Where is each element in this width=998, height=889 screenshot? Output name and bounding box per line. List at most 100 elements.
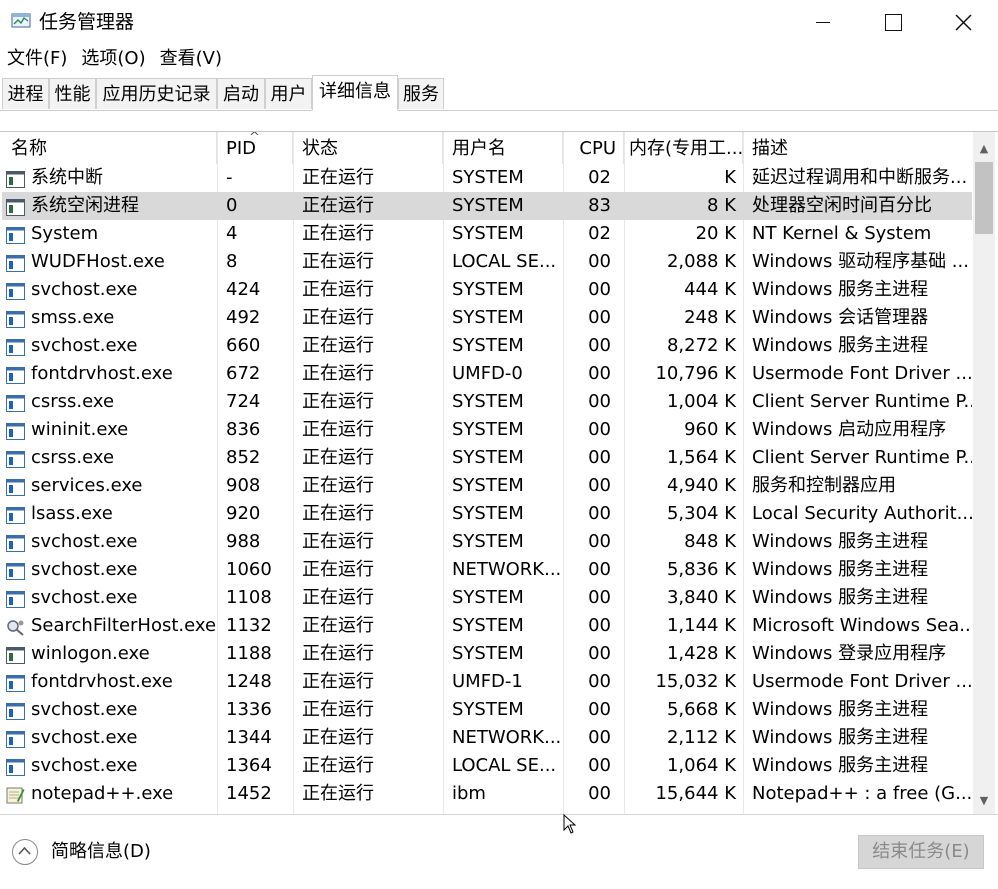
scroll-down-icon[interactable]: ▼ [973,792,995,810]
process-cpu: 00 [588,335,611,356]
column-header-username[interactable]: 用户名 [443,132,563,164]
table-row[interactable]: svchost.exe 660 正在运行 SYSTEM 00 8,272 K Windows… [2,332,972,360]
column-header-memory[interactable]: 内存(专用工... [624,132,743,164]
menu-file[interactable]: 文件(F) [0,44,74,74]
column-header-status[interactable]: 状态 [293,132,443,164]
tab-processes[interactable]: 进程 [2,78,49,109]
process-cpu: 02 [588,223,611,244]
details-table: 名称 PID ^ 状态 用户名 CPU 内存(专用工... 描述 系统中断 - 正在… [2,132,972,814]
table-row[interactable]: smss.exe 492 正在运行 SYSTEM 00 248 K Windows 会话管理… [2,304,972,332]
process-user: SYSTEM [452,587,524,608]
minimize-button[interactable] [788,0,858,44]
process-user: SYSTEM [452,307,524,328]
tab-startup[interactable]: 启动 [217,78,265,109]
maximize-button[interactable] [858,0,928,44]
table-row[interactable]: WUDFHost.exe 8 正在运行 LOCAL SE... 00 2,088 K Win… [2,248,972,276]
table-row[interactable]: svchost.exe 1108 正在运行 SYSTEM 00 3,840 K Window… [2,584,972,612]
process-name: wininit.exe [31,419,129,440]
process-status: 正在运行 [302,503,374,524]
tab-details[interactable]: 详细信息 [312,75,398,111]
vertical-scrollbar[interactable]: ▲ ▼ [973,132,995,814]
process-memory: 8 K [707,195,736,216]
close-button[interactable] [928,0,998,44]
process-memory: 1,064 K [666,755,736,776]
process-status: 正在运行 [302,307,374,328]
column-header-name[interactable]: 名称 [2,132,217,164]
process-memory: 1,428 K [666,643,736,664]
process-pid: 1452 [226,783,272,804]
process-user: LOCAL SE... [452,755,557,776]
process-description: Client Server Runtime P... [752,391,972,412]
table-row[interactable]: csrss.exe 724 正在运行 SYSTEM 00 1,004 K Client Se… [2,388,972,416]
process-cpu: 00 [588,643,611,664]
process-user: LOCAL SE... [452,251,557,272]
process-pid: 4 [226,223,238,244]
table-row[interactable]: svchost.exe 1364 正在运行 LOCAL SE... 00 1,064 K W… [2,752,972,780]
process-memory: 5,304 K [666,503,736,524]
table-row[interactable]: SearchFilterHost.exe 1132 正在运行 SYSTEM 00 1,14… [2,612,972,640]
process-cpu: 00 [588,587,611,608]
process-status: 正在运行 [302,223,374,244]
menu-options[interactable]: 选项(O) [74,44,152,74]
tab-app-history[interactable]: 应用历史记录 [96,78,217,109]
process-pid: 492 [226,307,261,328]
process-user: SYSTEM [452,615,524,636]
process-name: svchost.exe [31,335,138,356]
tab-services[interactable]: 服务 [398,78,444,109]
table-row[interactable]: 系统中断 - 正在运行 SYSTEM 02 K 延迟过程调用和中断服务... [2,164,972,192]
table-row[interactable]: fontdrvhost.exe 1248 正在运行 UMFD-1 00 15,032 K U… [2,668,972,696]
table-row[interactable]: svchost.exe 1344 正在运行 NETWORK... 00 2,112 K Wi… [2,724,972,752]
process-cpu: 00 [588,615,611,636]
collapse-chevron-icon[interactable] [12,839,38,865]
table-row[interactable]: notepad++.exe 1452 正在运行 ibm 00 15,644 K Notepa… [2,780,972,808]
tab-performance[interactable]: 性能 [49,78,96,109]
tab-users[interactable]: 用户 [265,78,312,109]
menu-view[interactable]: 查看(V) [153,44,229,74]
table-row[interactable]: svchost.exe 424 正在运行 SYSTEM 00 444 K Windows 服… [2,276,972,304]
process-cpu: 00 [588,727,611,748]
end-task-button[interactable]: 结束任务(E) [858,835,984,869]
footer-bar: 简略信息(D) 结束任务(E) [0,814,998,889]
process-memory: 848 K [684,531,736,552]
table-row[interactable]: 系统空闲进程 0 正在运行 SYSTEM 83 8 K 处理器空闲时间百分比 [2,192,972,220]
column-header-cpu[interactable]: CPU [563,132,624,164]
table-row[interactable]: svchost.exe 1336 正在运行 SYSTEM 00 5,668 K Window… [2,696,972,724]
process-description: Client Server Runtime P... [752,447,972,468]
process-user: ibm [452,783,486,804]
table-row[interactable]: System 4 正在运行 SYSTEM 02 20 K NT Kernel & Syste… [2,220,972,248]
process-cpu: 00 [588,251,611,272]
table-row[interactable]: svchost.exe 1060 正在运行 NETWORK... 00 5,836 K Wi… [2,556,972,584]
process-description: Windows 服务主进程 [752,699,929,720]
process-pid: 724 [226,391,261,412]
process-cpu: 00 [588,279,611,300]
process-status: 正在运行 [302,755,374,776]
process-status: 正在运行 [302,671,374,692]
process-user: UMFD-1 [452,671,523,692]
table-row[interactable]: csrss.exe 852 正在运行 SYSTEM 00 1,564 K Client Se… [2,444,972,472]
process-user: UMFD-0 [452,363,523,384]
process-cpu: 00 [588,447,611,468]
process-user: SYSTEM [452,531,524,552]
process-description: Windows 服务主进程 [752,755,929,776]
process-status: 正在运行 [302,559,374,580]
table-row[interactable]: fontdrvhost.exe 672 正在运行 UMFD-0 00 10,796 K Us… [2,360,972,388]
tab-bar: 进程 性能 应用历史记录 启动 用户 详细信息 服务 [0,74,998,111]
table-row[interactable]: services.exe 908 正在运行 SYSTEM 00 4,940 K 服务和控制器… [2,472,972,500]
fewer-details-link[interactable]: 简略信息(D) [51,839,151,865]
table-row[interactable]: wininit.exe 836 正在运行 SYSTEM 00 960 K Windows 启… [2,416,972,444]
process-cpu: 00 [588,531,611,552]
process-description: Local Security Authorit... [752,503,972,524]
column-header-description[interactable]: 描述 [743,132,972,164]
sort-ascending-icon: ^ [249,132,260,145]
process-status: 正在运行 [302,783,374,804]
table-row[interactable]: winlogon.exe 1188 正在运行 SYSTEM 00 1,428 K Windo… [2,640,972,668]
scroll-up-icon[interactable]: ▲ [973,140,995,158]
scrollbar-thumb[interactable] [975,162,993,234]
table-row[interactable]: svchost.exe 988 正在运行 SYSTEM 00 848 K Windows 服… [2,528,972,556]
process-name: services.exe [31,475,143,496]
process-description: Windows 服务主进程 [752,531,929,552]
table-row[interactable]: lsass.exe 920 正在运行 SYSTEM 00 5,304 K Local Sec… [2,500,972,528]
process-user: SYSTEM [452,475,524,496]
process-memory: 444 K [684,279,736,300]
process-pid: 1336 [226,699,272,720]
